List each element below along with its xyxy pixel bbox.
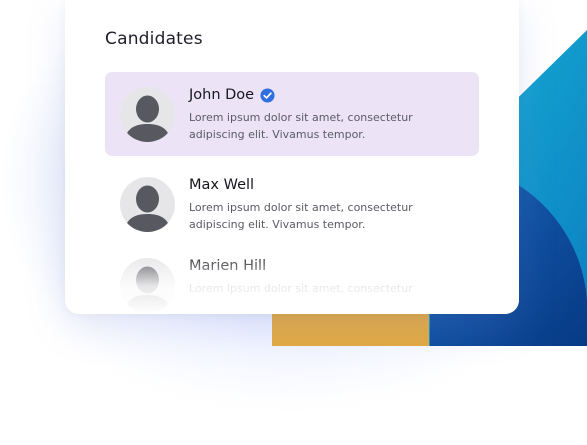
candidate-name: Marien Hill <box>189 258 267 274</box>
candidate-name: John Doe <box>189 87 255 103</box>
avatar <box>120 177 175 232</box>
candidate-description: Lorem ipsum dolor sit amet, consectetur <box>189 282 413 295</box>
avatar <box>120 258 175 313</box>
name-row: Marien Hill <box>189 258 266 274</box>
person-silhouette-icon <box>124 266 171 313</box>
candidates-card: Candidates John Doe Lorem ipsum dolor si… <box>65 0 519 314</box>
verified-check-icon <box>260 87 275 103</box>
candidate-name: Max Well <box>189 177 255 193</box>
name-row: Max Well <box>189 177 254 193</box>
candidate-description: Lorem ipsum dolor sit amet, consectetur … <box>189 111 413 141</box>
candidate-item-john-doe[interactable]: John Doe Lorem ipsum dolor sit amet, con… <box>105 72 479 156</box>
candidate-item-max-well[interactable]: Max Well Lorem ipsum dolor sit amet, con… <box>105 162 479 246</box>
stage: Candidates John Doe Lorem ipsum dolor si… <box>0 0 587 445</box>
candidate-description: Lorem ipsum dolor sit amet, consectetur … <box>189 201 413 231</box>
card-title: Candidates <box>105 29 203 49</box>
candidate-item-marien-hill[interactable]: Marien Hill Lorem ipsum dolor sit amet, … <box>105 243 479 314</box>
person-silhouette-icon <box>124 95 171 142</box>
person-silhouette-icon <box>124 185 171 232</box>
name-row: John Doe <box>189 87 275 103</box>
avatar <box>120 87 175 142</box>
